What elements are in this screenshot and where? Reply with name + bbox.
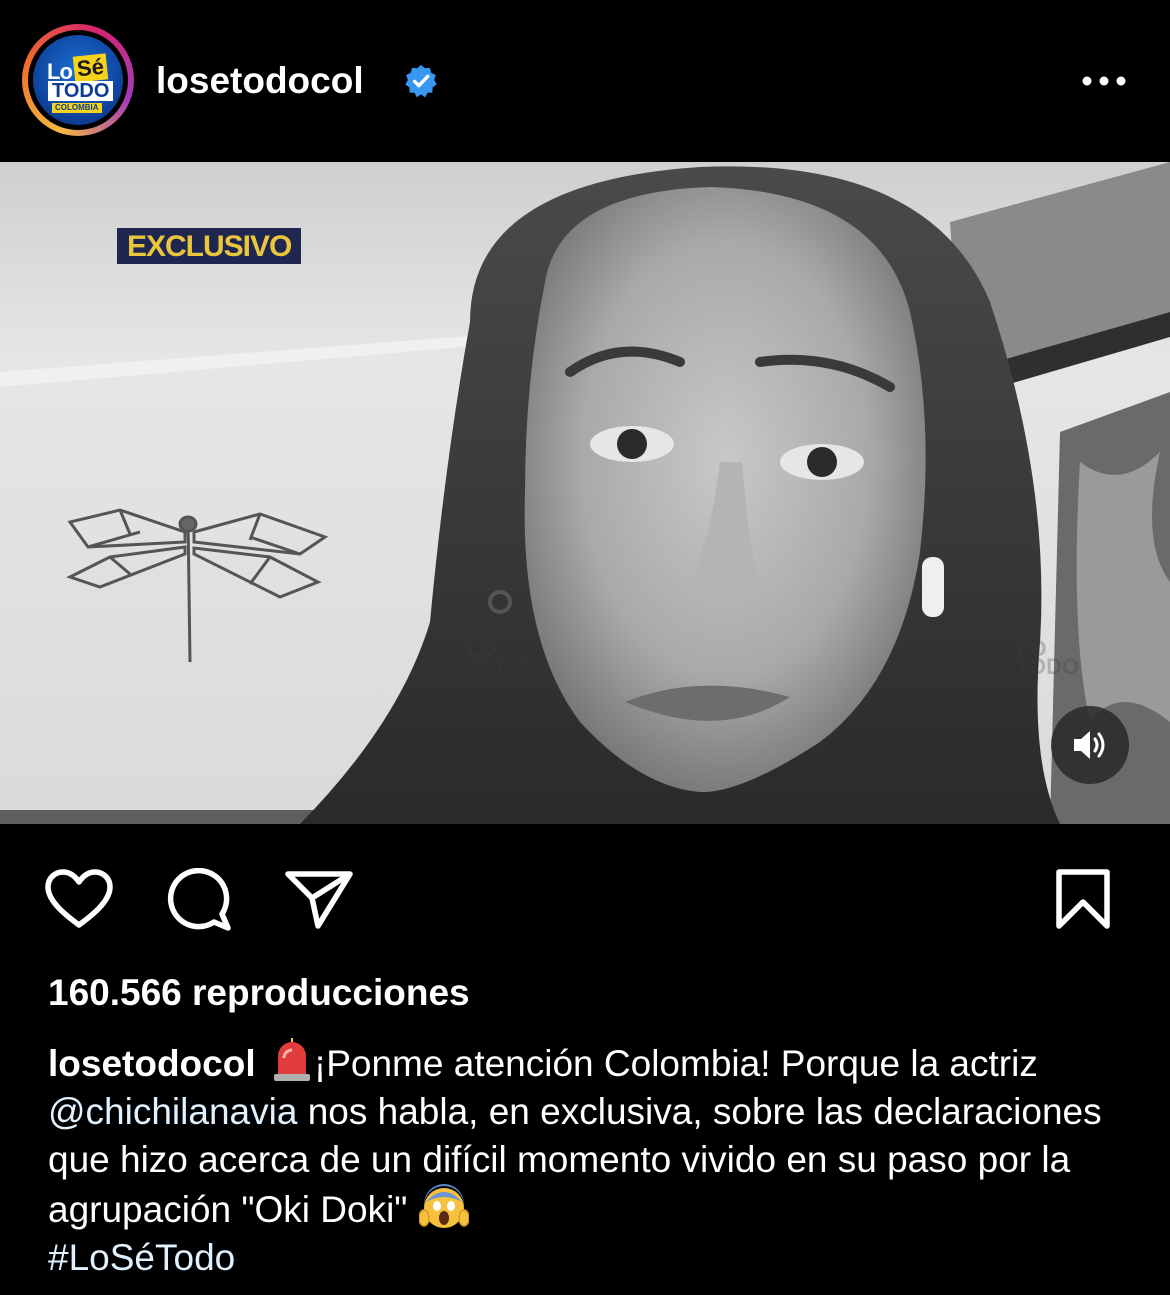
heart-icon[interactable] — [44, 868, 114, 930]
avatar-logo: Lo Sé TODO COLOMBIA — [33, 35, 123, 125]
logo-todo-text: TODO — [48, 81, 114, 101]
more-options-icon[interactable] — [1080, 66, 1128, 96]
volume-on-icon — [1074, 731, 1105, 759]
post-caption: losetodocol ¡Ponme atención Colombia! Po… — [48, 1038, 1128, 1282]
username-link[interactable]: losetodocol — [156, 58, 364, 104]
caption-text-1: ¡Ponme atención Colombia! Porque la actr… — [313, 1043, 1038, 1084]
hashtag-link[interactable]: #LoSéTodo — [48, 1237, 235, 1278]
send-icon[interactable] — [284, 868, 354, 930]
watermark-left: LO TODO — [466, 636, 530, 679]
view-count: 160.566 reproducciones — [48, 972, 470, 1013]
logo-se-text: Sé — [72, 53, 109, 83]
action-bar — [0, 824, 1170, 964]
logo-colombia-text: COLOMBIA — [52, 103, 102, 113]
mention-link[interactable]: @chichilanavia — [48, 1091, 297, 1132]
siren-emoji — [272, 1038, 312, 1082]
watermark-right: LO TODO — [1016, 636, 1080, 679]
post-header: Lo Sé TODO COLOMBIA losetodocol — [0, 0, 1170, 162]
verified-badge-icon — [405, 64, 437, 98]
scream-emoji — [418, 1184, 471, 1230]
bookmark-icon[interactable] — [1054, 868, 1112, 930]
caption-username[interactable]: losetodocol — [48, 1043, 256, 1084]
exclusive-badge: EXCLUSIVO — [117, 228, 302, 264]
volume-button[interactable] — [1051, 706, 1129, 784]
post-video[interactable]: EXCLUSIVO LO TODO LO TODO — [0, 162, 1170, 824]
avatar[interactable]: Lo Sé TODO COLOMBIA — [22, 24, 134, 136]
comment-icon[interactable] — [164, 868, 234, 932]
